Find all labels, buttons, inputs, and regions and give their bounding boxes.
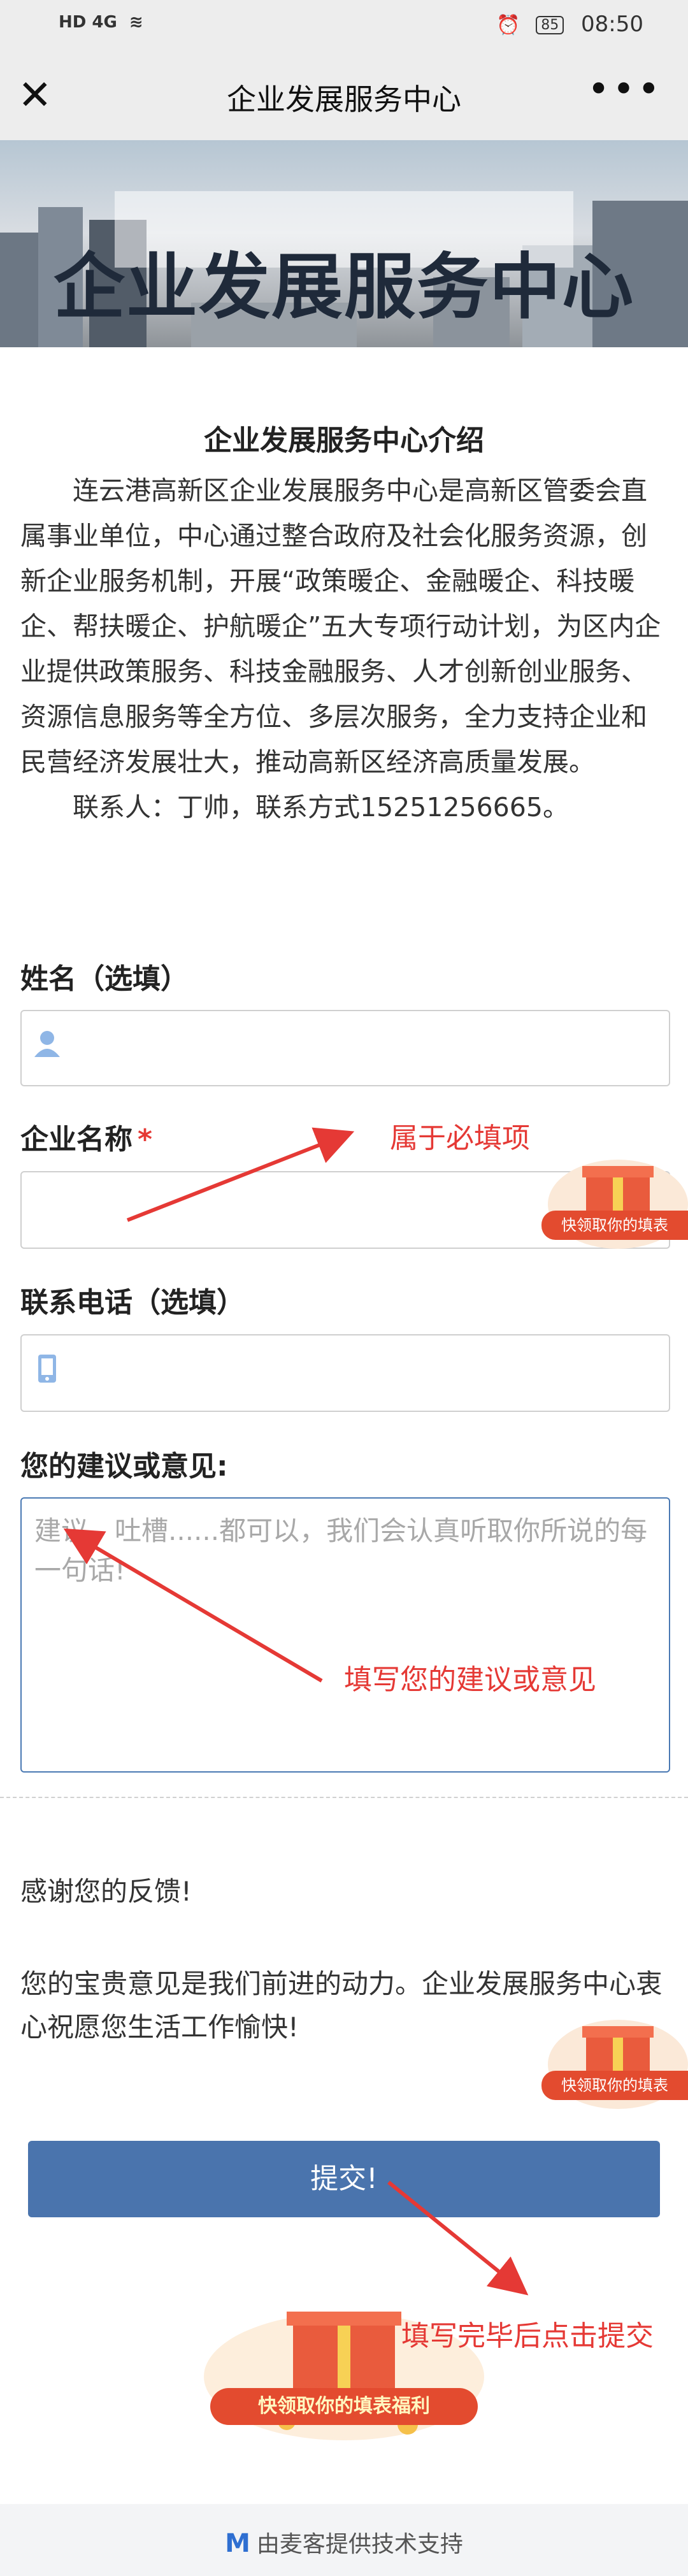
intro-text: 连云港高新区企业发展服务中心是高新区管委会直属事业单位，中心通过整合政府及社会化… (20, 468, 670, 830)
title-bar: ✕ 企业发展服务中心 ••• (0, 51, 688, 140)
annotation-submit: 填写完毕后点击提交 (401, 2320, 654, 2352)
more-menu-icon[interactable]: ••• (587, 70, 663, 108)
status-bar: HD 4G ≋ ⏰ 85 08:50 (0, 0, 688, 51)
annotation-suggestion: 填写您的建议或意见 (344, 1664, 596, 1696)
promo-gift-badge[interactable]: 快领取你的填表 (541, 1147, 688, 1255)
suggestion-label: 您的建议或意见: (20, 1450, 228, 1483)
header-banner: 企业发展服务中心 (0, 140, 688, 347)
company-label-text: 企业名称 (20, 1123, 133, 1156)
footer: M 由麦客提供技术支持 (0, 2504, 688, 2576)
annotation-required: 属于必填项 (390, 1122, 530, 1155)
suggestion-placeholder: 建议、吐槽......都可以，我们会认真听取你所说的每一句话! (34, 1515, 648, 1586)
phone-field[interactable] (20, 1334, 670, 1412)
page-title: 企业发展服务中心 (227, 82, 461, 117)
promo-label: 快领取你的填表 (541, 1211, 688, 1240)
phone-label: 联系电话（选填） (20, 1286, 245, 1319)
promo-gift-badge[interactable]: 快领取你的填表 (541, 2007, 688, 2115)
promo-banner-label: 快领取你的填表福利 (210, 2388, 478, 2425)
user-icon (34, 1031, 60, 1057)
name-field[interactable] (20, 1010, 670, 1086)
wifi-icon: ≋ (129, 13, 143, 32)
intro-title: 企业发展服务中心介绍 (204, 424, 484, 457)
name-label: 姓名（选填） (20, 963, 189, 995)
company-label: 企业名称 * (20, 1116, 152, 1157)
phone-icon (38, 1355, 56, 1383)
divider (0, 1797, 688, 1798)
thanks-line1: 感谢您的反馈! (20, 1876, 192, 1907)
required-mark: * (138, 1123, 153, 1156)
signal-text: HD 4G (59, 13, 117, 32)
promo-label: 快领取你的填表 (541, 2071, 688, 2100)
network-indicator: HD 4G ≋ (59, 13, 143, 32)
maike-logo-icon: M (225, 2529, 250, 2558)
footer-text: 由麦客提供技术支持 (256, 2531, 463, 2558)
suggestion-textarea[interactable]: 建议、吐槽......都可以，我们会认真听取你所说的每一句话! (20, 1497, 670, 1773)
alarm-icon: ⏰ (496, 14, 520, 36)
intro-paragraph: 连云港高新区企业发展服务中心是高新区管委会直属事业单位，中心通过整合政府及社会化… (20, 475, 661, 777)
contact-line: 联系人：丁帅，联系方式15251256665。 (73, 792, 569, 823)
status-right: ⏰ 85 08:50 (496, 11, 643, 37)
battery-indicator: 85 (536, 16, 564, 34)
submit-button[interactable]: 提交! (28, 2141, 660, 2217)
banner-title: 企业发展服务中心 (54, 246, 634, 329)
footer-credit[interactable]: M 由麦客提供技术支持 (0, 2526, 688, 2559)
clock: 08:50 (581, 11, 643, 37)
